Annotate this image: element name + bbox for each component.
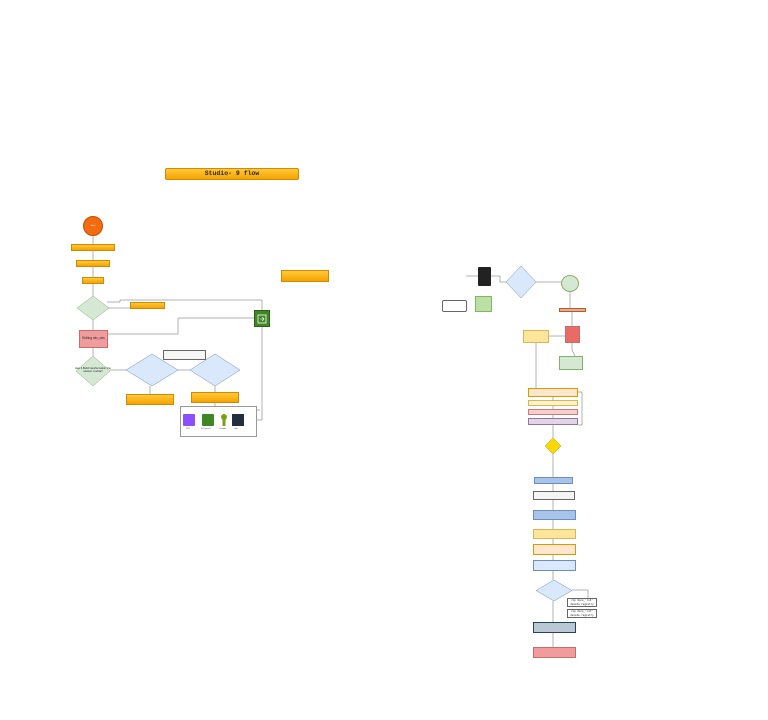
terminal-command-1: rnp docs_'cnd' delete registry — [567, 598, 597, 607]
service-glyph — [257, 314, 267, 323]
decision-diamond-1 — [77, 296, 109, 320]
start-label: Start — [90, 224, 96, 227]
process-box-5 — [191, 392, 239, 403]
stack-item-1 — [528, 388, 578, 397]
legend-green-box — [475, 296, 492, 312]
process-box-8 — [533, 510, 576, 520]
process-box-13 — [533, 647, 576, 658]
process-box-1 — [71, 244, 115, 251]
stack-item-3 — [528, 409, 578, 415]
process-box-12 — [533, 622, 576, 633]
vpc-icon — [183, 414, 195, 426]
s3-label: S3_bucket — [201, 428, 211, 430]
process-box-11 — [533, 560, 576, 571]
lambda-label: Lambda — [219, 428, 227, 430]
process-box-3 — [82, 277, 104, 284]
process-box-9 — [533, 529, 576, 539]
flow-canvas: Studio- 9 flow Start Rolling mic_ues ste… — [0, 0, 768, 720]
rolling-label: Rolling mic_ues — [82, 336, 105, 341]
decision-diamond-5 — [506, 266, 536, 298]
vpc-label: VPC — [186, 428, 191, 430]
s3-bucket-icon — [202, 414, 214, 426]
yellow-process — [523, 330, 549, 343]
service-icon — [254, 310, 270, 327]
connector-lines — [92, 236, 589, 647]
legend-box — [442, 300, 467, 312]
user-device-icon — [478, 267, 491, 286]
floating-box — [281, 270, 329, 282]
decision-diamond-4 — [190, 354, 240, 386]
chip-icon — [232, 414, 244, 426]
process-box-4 — [126, 394, 174, 405]
green-process — [559, 356, 583, 370]
process-box-10 — [533, 544, 576, 555]
process-box-7 — [533, 491, 575, 500]
side-note-box — [130, 302, 165, 309]
start-node: Start — [83, 216, 103, 236]
terminal-command-2: rnp docs_'cnd' delete registry — [567, 609, 597, 618]
stack-item-2 — [528, 400, 578, 406]
red-process — [565, 326, 580, 343]
chip-label: chip — [234, 428, 238, 430]
pink-bar — [559, 308, 586, 312]
process-box-6 — [534, 477, 573, 484]
step2-label: step 2 Build transformation fine session… — [75, 366, 111, 373]
decision-diamond-6 — [545, 438, 561, 454]
page-title: Studio- 9 flow — [165, 168, 299, 180]
lambda-icon — [221, 414, 227, 426]
stack-item-4 — [528, 418, 578, 425]
rolling-box: Rolling mic_ues — [79, 330, 108, 348]
process-box-2 — [76, 260, 110, 267]
end-circle — [561, 275, 579, 292]
